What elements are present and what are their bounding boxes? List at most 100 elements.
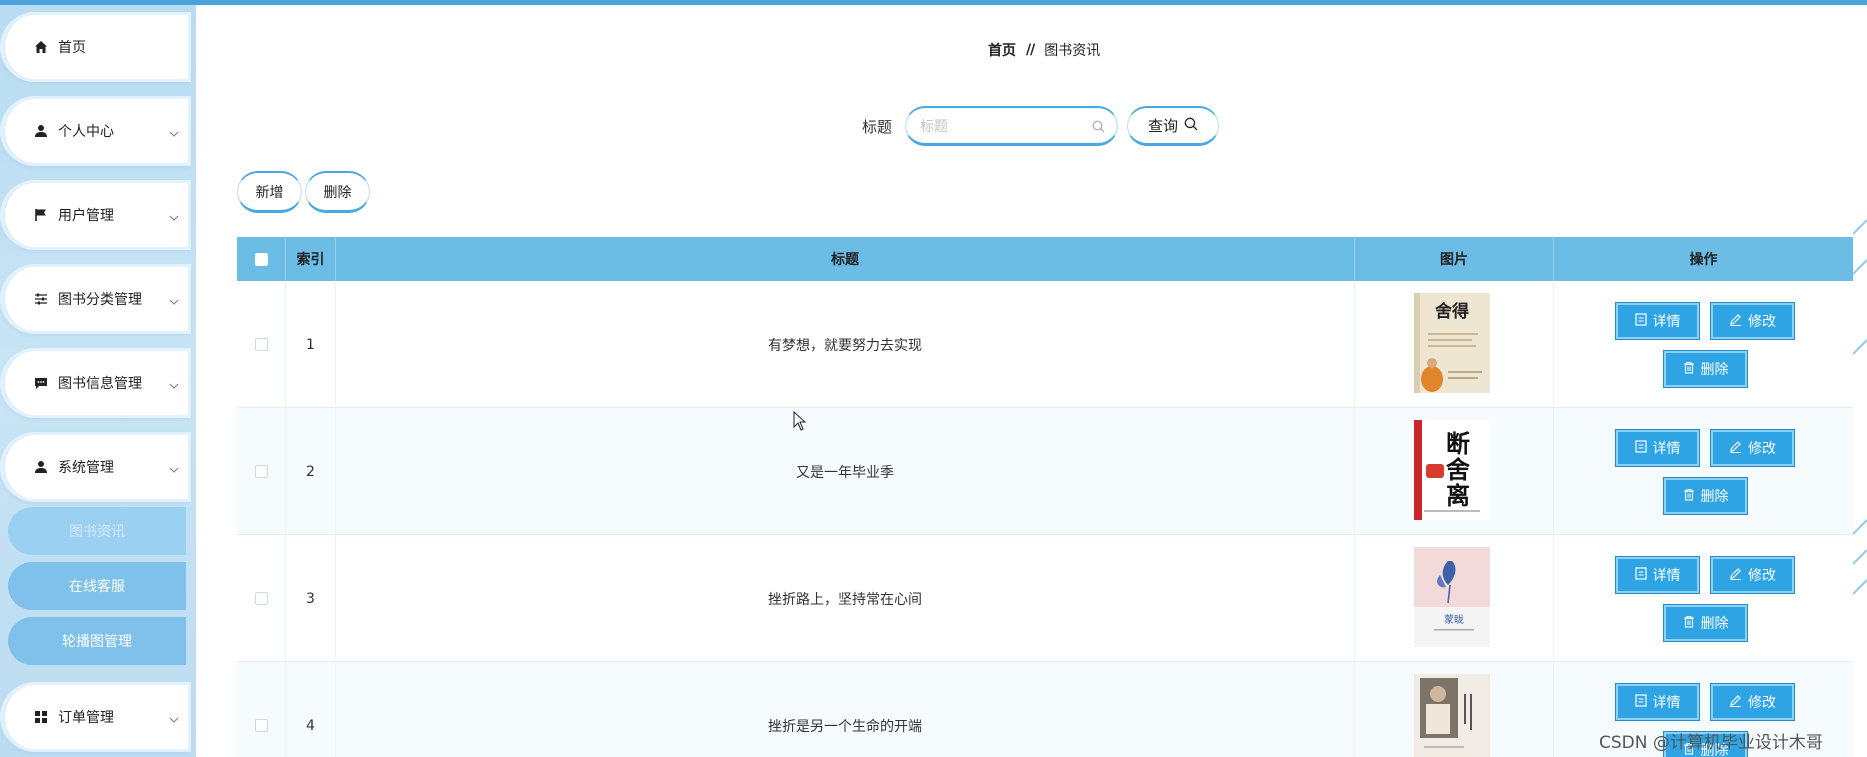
document-icon xyxy=(1634,312,1647,330)
search-icon xyxy=(1092,118,1105,137)
chevron-down-icon xyxy=(169,711,179,727)
sidebar-subitem-label: 图书资讯 xyxy=(69,524,125,540)
sliders-icon xyxy=(33,291,49,307)
sidebar-item-book-category[interactable]: 图书分类管理 xyxy=(3,267,188,331)
sidebar-item-orders[interactable]: 订单管理 xyxy=(3,685,188,749)
row-ops-cell: 详情 修改 删除 xyxy=(1554,535,1853,662)
book-cover-image xyxy=(1414,674,1490,757)
row-checkbox[interactable] xyxy=(254,338,268,351)
header-title: 标题 xyxy=(336,237,1355,281)
delete-button[interactable]: 删除 xyxy=(1664,605,1747,641)
chevron-down-icon xyxy=(169,461,179,477)
edit-button[interactable]: 修改 xyxy=(1711,557,1794,593)
edit-button[interactable]: 修改 xyxy=(1711,430,1794,466)
sidebar-item-label: 首页 xyxy=(58,40,86,56)
document-icon xyxy=(1634,439,1647,457)
svg-text:蒙眬: 蒙眬 xyxy=(1444,613,1464,626)
row-image-cell: 断 舍 离 xyxy=(1355,408,1554,535)
home-icon xyxy=(33,39,49,55)
trash-icon xyxy=(1683,488,1695,505)
search-input[interactable] xyxy=(920,116,1080,138)
document-icon xyxy=(1634,693,1647,711)
detail-button-label: 详情 xyxy=(1652,314,1681,330)
edit-button-label: 修改 xyxy=(1748,441,1776,457)
detail-button[interactable]: 详情 xyxy=(1616,557,1699,593)
detail-button-label: 详情 xyxy=(1652,695,1681,711)
row-checkbox[interactable] xyxy=(254,592,268,605)
edit-button[interactable]: 修改 xyxy=(1711,303,1794,339)
top-accent-line xyxy=(0,0,1867,5)
sidebar-item-label: 个人中心 xyxy=(58,124,114,140)
sidebar-subitem-book-news[interactable]: 图书资讯 xyxy=(8,507,186,555)
header-image: 图片 xyxy=(1355,237,1554,281)
row-title: 又是一年毕业季 xyxy=(336,408,1355,535)
add-button-label: 新增 xyxy=(255,184,284,201)
table-header: 索引 标题 图片 操作 xyxy=(237,237,1853,281)
sidebar-subitem-label: 轮播图管理 xyxy=(62,634,132,650)
row-checkbox[interactable] xyxy=(254,719,268,732)
edit-button-label: 修改 xyxy=(1748,695,1776,711)
row-title: 挫折是另一个生命的开端 xyxy=(336,662,1355,757)
sidebar-item-label: 订单管理 xyxy=(58,710,114,726)
pencil-icon xyxy=(1729,694,1742,711)
user-icon xyxy=(33,123,49,139)
query-button[interactable]: 查询 xyxy=(1127,106,1219,146)
row-image-cell xyxy=(1355,662,1554,757)
row-title: 有梦想，就要努力去实现 xyxy=(336,281,1355,408)
breadcrumb-home[interactable]: 首页 xyxy=(988,40,1016,60)
select-all-checkbox[interactable] xyxy=(254,252,268,266)
sidebar-item-home[interactable]: 首页 xyxy=(3,15,188,79)
header-ops: 操作 xyxy=(1689,252,1718,268)
row-title: 挫折路上，坚持常在心间 xyxy=(336,535,1355,662)
sidebar-item-system[interactable]: 系统管理 xyxy=(3,435,188,499)
delete-button-label: 删除 xyxy=(1700,616,1729,632)
row-checkbox[interactable] xyxy=(254,465,268,478)
sidebar-item-users[interactable]: 用户管理 xyxy=(3,183,188,247)
delete-button-label: 删除 xyxy=(1700,489,1729,505)
search-label: 标题 xyxy=(862,118,893,136)
pencil-icon xyxy=(1729,313,1742,330)
row-index: 1 xyxy=(286,281,336,408)
chevron-down-icon xyxy=(169,293,179,309)
svg-text:舍: 舍 xyxy=(1446,456,1471,484)
query-button-label: 查询 xyxy=(1147,117,1178,135)
edit-button-label: 修改 xyxy=(1748,568,1776,584)
header-select-all-cell xyxy=(237,237,286,281)
search-field[interactable] xyxy=(905,106,1118,146)
book-cover-image: 蒙眬 xyxy=(1414,547,1490,647)
sidebar-subitem-carousel[interactable]: 轮播图管理 xyxy=(8,617,186,665)
add-button[interactable]: 新增 xyxy=(237,171,302,213)
svg-text:离: 离 xyxy=(1446,482,1470,510)
sidebar-item-profile[interactable]: 个人中心 xyxy=(3,99,188,163)
sidebar-item-label: 系统管理 xyxy=(58,460,114,476)
delete-button[interactable]: 删除 xyxy=(1664,351,1747,387)
detail-button[interactable]: 详情 xyxy=(1616,303,1699,339)
batch-delete-button[interactable]: 删除 xyxy=(305,171,370,213)
table-row: 1 有梦想，就要努力去实现 舍得 详情 修改 删除 xyxy=(237,281,1853,408)
delete-button[interactable]: 删除 xyxy=(1664,478,1747,514)
row-image-cell: 蒙眬 xyxy=(1355,535,1554,662)
sidebar: 首页 个人中心 用户管理 图书分类管理 图书信息管理 系统管理 图书资讯 在线客… xyxy=(0,5,196,757)
sidebar-item-label: 图书分类管理 xyxy=(58,292,142,308)
document-icon xyxy=(1634,566,1647,584)
sidebar-subitem-label: 在线客服 xyxy=(69,579,125,595)
batch-delete-button-label: 删除 xyxy=(323,184,352,201)
svg-text:舍得: 舍得 xyxy=(1435,301,1469,322)
detail-button[interactable]: 详情 xyxy=(1616,684,1699,720)
detail-button[interactable]: 详情 xyxy=(1616,430,1699,466)
edit-button[interactable]: 修改 xyxy=(1711,684,1794,720)
row-select-cell xyxy=(237,535,286,662)
chevron-down-icon xyxy=(169,209,179,225)
search-icon xyxy=(1184,117,1198,135)
mouse-cursor-icon xyxy=(793,411,807,431)
sidebar-subitem-online-service[interactable]: 在线客服 xyxy=(8,562,186,610)
edit-button-label: 修改 xyxy=(1748,314,1776,330)
sidebar-item-book-info[interactable]: 图书信息管理 xyxy=(3,351,188,415)
user-icon xyxy=(33,459,49,475)
row-ops-cell: 详情 修改 删除 xyxy=(1554,281,1853,408)
row-select-cell xyxy=(237,281,286,408)
delete-button-label: 删除 xyxy=(1700,362,1729,378)
watermark: CSDN @计算机毕业设计木哥 xyxy=(1599,733,1823,753)
breadcrumb-separator: // xyxy=(1026,42,1035,58)
chevron-down-icon xyxy=(169,125,179,141)
